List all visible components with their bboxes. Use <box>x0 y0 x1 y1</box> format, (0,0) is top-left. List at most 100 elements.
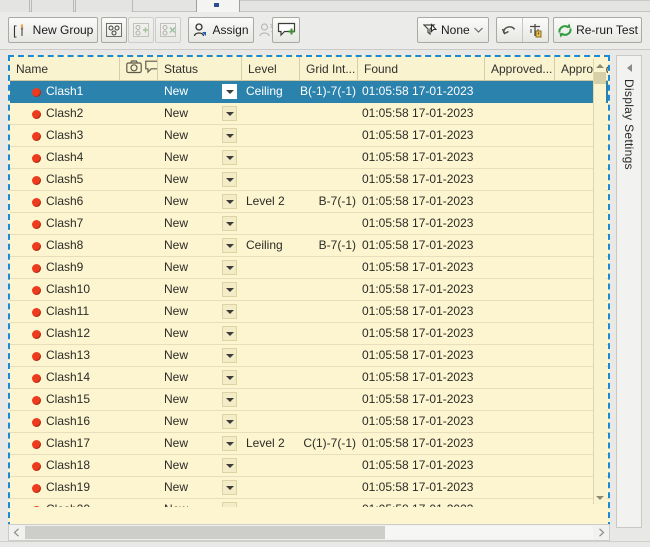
scroll-up-button[interactable] <box>594 59 606 72</box>
table-row[interactable]: Clash1NewCeilingB(-1)-7(-1)01:05:58 17-0… <box>10 81 608 103</box>
filter-label: None <box>441 23 470 37</box>
table-row[interactable]: Clash9New01:05:58 17-01-2023 <box>10 257 608 279</box>
cell-name: Clash14 <box>46 367 120 388</box>
table-row[interactable]: Clash15New01:05:58 17-01-2023 <box>10 389 608 411</box>
cell-approved-by <box>489 323 551 344</box>
table-row[interactable]: Clash14New01:05:58 17-01-2023 <box>10 367 608 389</box>
table-row[interactable]: Clash18New01:05:58 17-01-2023 <box>10 455 608 477</box>
chevron-down-icon <box>226 354 234 358</box>
table-row[interactable]: Clash16New01:05:58 17-01-2023 <box>10 411 608 433</box>
tab-active[interactable] <box>196 0 240 12</box>
cell-approved-by <box>489 147 551 168</box>
cell-found: 01:05:58 17-01-2023 <box>362 301 482 322</box>
camera-icon <box>126 60 142 74</box>
table-row[interactable]: Clash12New01:05:58 17-01-2023 <box>10 323 608 345</box>
status-dropdown-button[interactable] <box>222 260 237 275</box>
assign-button[interactable]: Assign <box>188 17 254 43</box>
cell-grid-int: B-7(-1) <box>300 191 356 212</box>
chevron-down-icon <box>226 134 234 138</box>
cell-approved-by <box>489 257 551 278</box>
status-dropdown-button[interactable] <box>222 502 237 507</box>
select-group-button[interactable] <box>101 17 127 43</box>
table-row[interactable]: Clash20New01:05:58 17-01-2023 <box>10 499 608 507</box>
filter-dropdown[interactable]: None <box>417 17 489 43</box>
rerun-test-label: Re-run Test <box>576 23 638 37</box>
status-dropdown-button[interactable] <box>222 326 237 341</box>
status-dropdown-button[interactable] <box>222 480 237 495</box>
status-dropdown-button[interactable] <box>222 194 237 209</box>
tab-strip-filler <box>240 0 650 11</box>
new-group-button[interactable]: [ New Group <box>8 17 98 43</box>
tab-partial-2[interactable] <box>31 0 74 12</box>
cell-grid-int <box>300 169 356 190</box>
severity-dot-icon <box>32 88 41 97</box>
column-header-approved-by[interactable]: Approved... <box>485 57 555 80</box>
vertical-scroll-thumb[interactable] <box>594 72 606 84</box>
table-row[interactable]: Clash10New01:05:58 17-01-2023 <box>10 279 608 301</box>
table-row[interactable]: Clash4New01:05:58 17-01-2023 <box>10 147 608 169</box>
status-dropdown-button[interactable] <box>222 414 237 429</box>
status-dropdown-button[interactable] <box>222 282 237 297</box>
table-row[interactable]: Clash11New01:05:58 17-01-2023 <box>10 301 608 323</box>
status-dropdown-button[interactable] <box>222 392 237 407</box>
status-dropdown-button[interactable] <box>222 172 237 187</box>
tab-partial-3[interactable] <box>75 0 133 12</box>
status-dropdown-button[interactable] <box>222 106 237 121</box>
column-header-name[interactable]: Name <box>10 57 120 80</box>
table-row[interactable]: Clash2New01:05:58 17-01-2023 <box>10 103 608 125</box>
tab-strip <box>0 0 650 12</box>
status-dropdown-button[interactable] <box>222 304 237 319</box>
add-to-group-button[interactable] <box>128 17 154 43</box>
chevron-down-icon <box>226 420 234 424</box>
cell-found: 01:05:58 17-01-2023 <box>362 103 482 124</box>
cell-grid-int <box>300 279 356 300</box>
cell-name: Clash16 <box>46 411 120 432</box>
severity-dot-icon <box>32 176 41 185</box>
table-row[interactable]: Clash8NewCeilingB-7(-1)01:05:58 17-01-20… <box>10 235 608 257</box>
status-dropdown-button[interactable] <box>222 216 237 231</box>
reset-button[interactable] <box>497 18 522 42</box>
status-dropdown-button[interactable] <box>222 458 237 473</box>
tab-partial-1[interactable] <box>0 0 30 12</box>
status-dropdown-button[interactable] <box>222 84 237 99</box>
column-header-status[interactable]: Status <box>158 57 242 80</box>
status-dropdown-button[interactable] <box>222 150 237 165</box>
column-header-found[interactable]: Found <box>358 57 485 80</box>
table-row[interactable]: Clash3New01:05:58 17-01-2023 <box>10 125 608 147</box>
remove-from-group-button[interactable] <box>155 17 181 43</box>
grid-vertical-scrollbar[interactable] <box>593 59 606 504</box>
table-row[interactable]: Clash13New01:05:58 17-01-2023 <box>10 345 608 367</box>
grid-horizontal-scrollbar[interactable] <box>8 524 610 541</box>
cell-status: New <box>164 477 220 498</box>
column-header-level[interactable]: Level <box>242 57 300 80</box>
column-header-icons[interactable] <box>120 57 158 80</box>
scroll-right-button[interactable] <box>594 525 609 540</box>
status-dropdown-button[interactable] <box>222 370 237 385</box>
table-row[interactable]: Clash7New01:05:58 17-01-2023 <box>10 213 608 235</box>
table-row[interactable]: Clash17NewLevel 2C(1)-7(-1)01:05:58 17-0… <box>10 433 608 455</box>
cell-name: Clash19 <box>46 477 120 498</box>
table-row[interactable]: Clash5New01:05:58 17-01-2023 <box>10 169 608 191</box>
grid-body[interactable]: Clash1NewCeilingB(-1)-7(-1)01:05:58 17-0… <box>10 81 608 507</box>
cell-found: 01:05:58 17-01-2023 <box>362 147 482 168</box>
status-dropdown-button[interactable] <box>222 348 237 363</box>
table-row[interactable]: Clash6NewLevel 2B-7(-1)01:05:58 17-01-20… <box>10 191 608 213</box>
table-row[interactable]: Clash19New01:05:58 17-01-2023 <box>10 477 608 499</box>
rerun-test-button[interactable]: Re-run Test <box>553 17 642 43</box>
cell-approved-by <box>489 125 551 146</box>
display-settings-panel[interactable]: Display Settings <box>616 55 642 528</box>
expand-display-settings-button[interactable] <box>621 61 637 75</box>
horizontal-scroll-thumb[interactable] <box>25 526 385 539</box>
add-comment-button[interactable] <box>272 17 300 43</box>
status-dropdown-button[interactable] <box>222 238 237 253</box>
chevron-down-icon <box>226 222 234 226</box>
cell-approved-by <box>489 301 551 322</box>
cell-grid-int <box>300 455 356 476</box>
reset-all-button[interactable] <box>523 18 548 42</box>
column-header-grid-int[interactable]: Grid Int... <box>300 57 358 80</box>
status-dropdown-button[interactable] <box>222 436 237 451</box>
scroll-left-button[interactable] <box>9 525 24 540</box>
status-dropdown-button[interactable] <box>222 128 237 143</box>
cell-approved-by <box>489 279 551 300</box>
scroll-down-button[interactable] <box>594 491 606 504</box>
